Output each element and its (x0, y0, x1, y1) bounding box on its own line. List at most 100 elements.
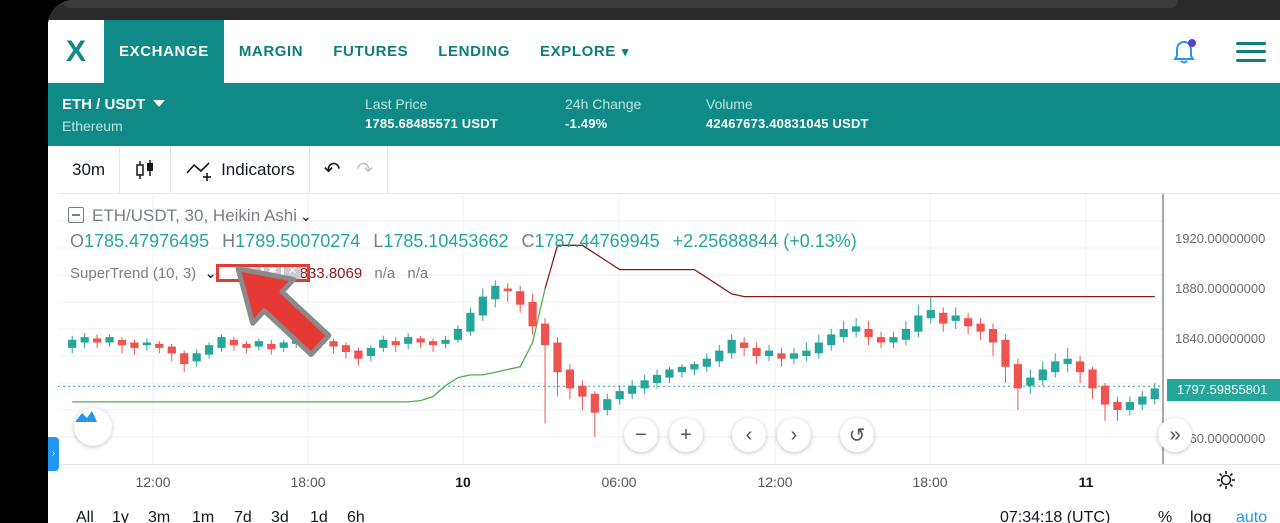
scroll-right-button[interactable]: › (777, 418, 811, 452)
notification-dot (1188, 38, 1196, 47)
candle-body (926, 310, 935, 319)
range-1y[interactable]: 1y (112, 509, 129, 523)
candle-body (80, 337, 89, 343)
candle-body (329, 341, 338, 347)
settings-gear-icon[interactable] (1216, 470, 1236, 490)
time-tick: 11 (1078, 474, 1094, 490)
reset-chart-button[interactable]: ↺ (840, 418, 874, 452)
exchange-logo[interactable]: X (48, 20, 104, 83)
indicators-icon (186, 161, 212, 181)
na-value-2: n/a (407, 265, 429, 282)
app-screen: X EXCHANGE MARGIN FUTURES LENDING EXPLOR… (48, 0, 1280, 523)
high-value: 1789.50070274 (235, 231, 361, 251)
candle-body (553, 342, 562, 373)
redo-icon[interactable]: ↷ (357, 157, 374, 182)
candle-body (939, 312, 948, 324)
candle-body (229, 339, 239, 346)
candle-body (976, 323, 985, 332)
low-value: 1785.10453662 (383, 231, 509, 251)
range-3m[interactable]: 3m (148, 509, 170, 523)
candle-body (391, 341, 400, 346)
price-tick: 1840.00000000 (1175, 331, 1266, 346)
pair-selector[interactable]: ETH / USDT (62, 96, 166, 113)
candle-body (677, 366, 687, 373)
candle-body (889, 337, 898, 343)
scroll-left-button[interactable]: ‹ (732, 418, 766, 452)
candle-body (304, 341, 313, 346)
chevron-down-icon[interactable]: ⌄ (300, 208, 312, 224)
time-tick: 18:00 (912, 474, 948, 490)
ohlc-row: O1785.47976495 H1789.50070274 L1785.1045… (70, 231, 857, 252)
candle-body (180, 353, 189, 365)
indicators-button[interactable]: Indicators (171, 146, 310, 193)
candle-body (852, 326, 861, 332)
range-7d[interactable]: 7d (234, 509, 252, 523)
close-value: 1787.44769945 (534, 231, 660, 251)
candle-body (1076, 361, 1085, 373)
scroll-to-realtime-button[interactable]: » (1158, 418, 1192, 452)
candle-body (1038, 369, 1047, 381)
utc-clock[interactable]: 07:34:18 (UTC) (1000, 509, 1110, 523)
chart-type-button[interactable] (120, 146, 172, 193)
undo-redo-group: ↶ ↷ (310, 146, 389, 193)
candle-body (777, 353, 786, 359)
candle-body (478, 296, 487, 316)
volume-value: 42467673.40831045 USDT (706, 116, 869, 131)
nav-lending[interactable]: LENDING (423, 20, 525, 83)
candle-body (142, 342, 151, 346)
zoom-out-button[interactable]: − (624, 418, 658, 452)
pair-label: ETH / USDT (62, 96, 146, 113)
pair-name: Ethereum (62, 118, 123, 134)
candle-body (105, 337, 114, 343)
candle-body (540, 323, 550, 346)
candle-body (204, 345, 214, 355)
last-price-value: 1785.68485571 USDT (365, 116, 498, 131)
time-tick: 12:00 (135, 474, 171, 490)
nav-exchange[interactable]: EXCHANGE (104, 20, 224, 83)
menu-icon[interactable] (1236, 41, 1266, 62)
candle-body (876, 337, 886, 343)
nav-margin[interactable]: MARGIN (224, 20, 318, 83)
candle-body (254, 341, 263, 347)
candle-body (864, 329, 873, 338)
price-chart[interactable]: ETH/USDT, 30, Heikin Ashi ⌄ O1785.4797649… (58, 194, 1280, 464)
range-bar: All 1y 3m 1m 7d 3d 1d 6h 07:34:18 (UTC) … (58, 505, 1280, 523)
side-panel-toggle[interactable]: › (48, 437, 59, 471)
auto-toggle[interactable]: auto (1236, 509, 1267, 523)
range-3d[interactable]: 3d (271, 509, 289, 523)
candle-body (379, 339, 388, 348)
change-stat: 24h Change -1.49% (565, 96, 641, 131)
candle-body (217, 337, 226, 348)
range-1m[interactable]: 1m (192, 509, 214, 523)
price-tick: 1920.00000000 (1175, 231, 1266, 246)
time-tick: 10 (455, 474, 471, 490)
indicators-label: Indicators (221, 159, 295, 179)
interval-button[interactable]: 30m (58, 146, 121, 193)
tradingview-logo-icon[interactable] (74, 408, 112, 446)
undo-icon[interactable]: ↶ (324, 157, 341, 182)
nav-explore[interactable]: EXPLORE ▾ (525, 20, 644, 83)
collapse-icon[interactable] (68, 207, 84, 223)
zoom-in-button[interactable]: + (669, 418, 703, 452)
caret-down-icon (153, 100, 166, 107)
candle-body (1150, 388, 1159, 400)
percent-toggle[interactable]: % (1158, 509, 1172, 523)
chart-toolbar: 30m Indicators ↶ ↷ (58, 146, 1280, 194)
nav-explore-label: EXPLORE (540, 43, 616, 60)
candle-body (68, 339, 77, 348)
price-tick: 1880.00000000 (1175, 281, 1266, 296)
range-6h[interactable]: 6h (347, 509, 365, 523)
candle-body (1063, 358, 1072, 365)
time-tick: 12:00 (757, 474, 793, 490)
candle-body (914, 315, 923, 332)
candle-body (814, 342, 823, 354)
candle-body (466, 312, 475, 332)
range-all[interactable]: All (76, 509, 94, 523)
notification-bell-icon[interactable] (1172, 38, 1196, 65)
time-tick: 06:00 (601, 474, 637, 490)
log-toggle[interactable]: log (1190, 509, 1211, 523)
candle-body (242, 343, 251, 348)
nav-futures[interactable]: FUTURES (318, 20, 423, 83)
range-1d[interactable]: 1d (310, 509, 328, 523)
candle-body (839, 329, 848, 338)
